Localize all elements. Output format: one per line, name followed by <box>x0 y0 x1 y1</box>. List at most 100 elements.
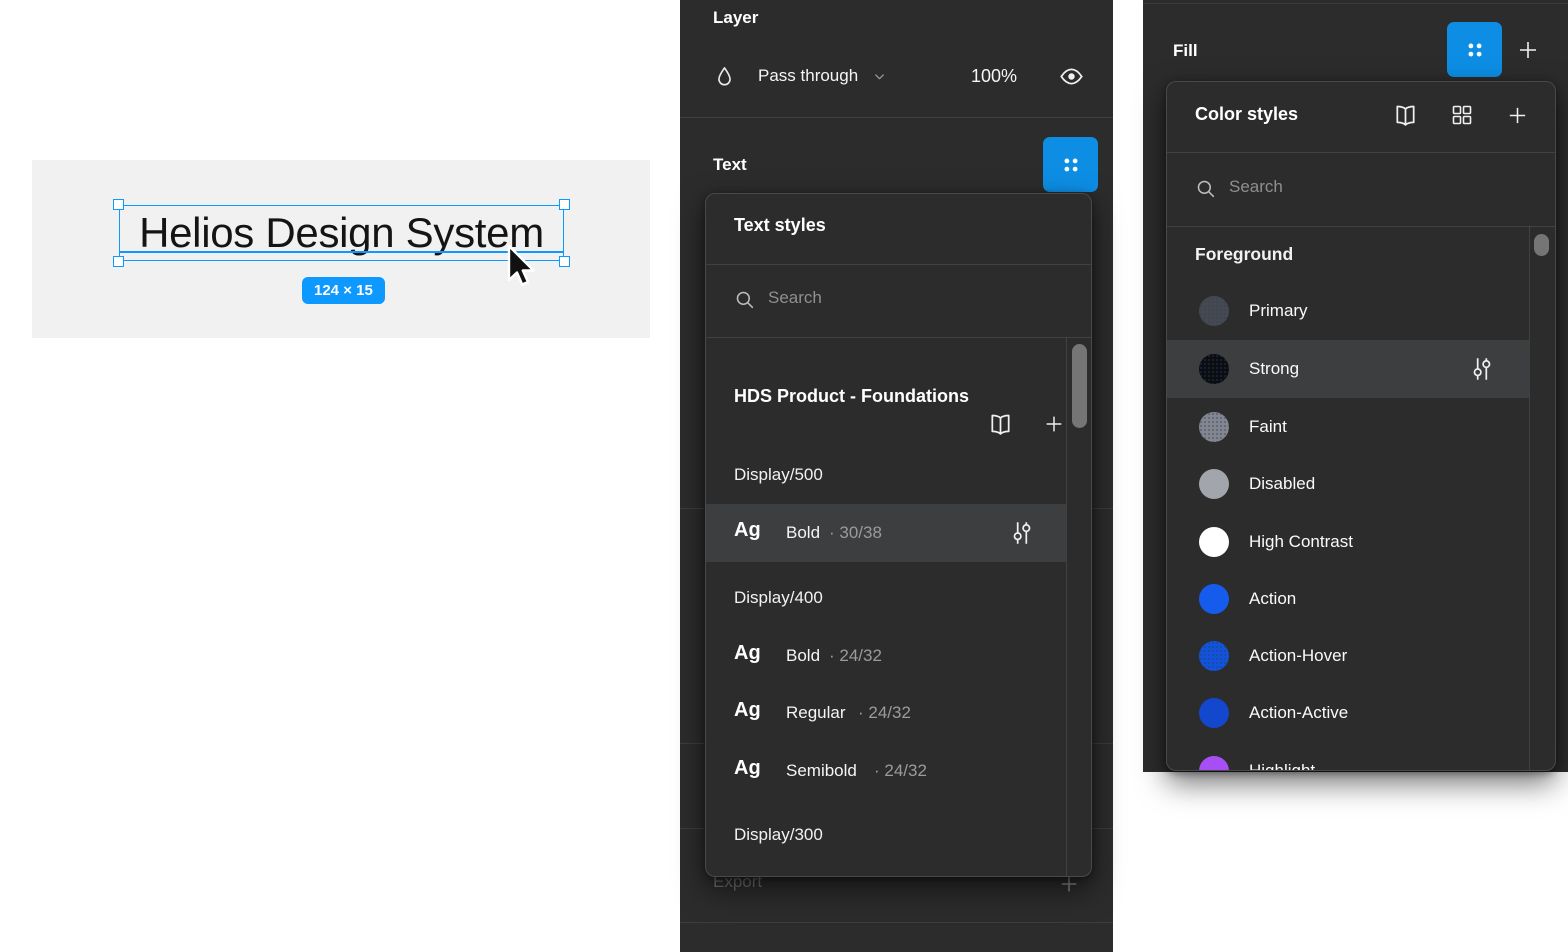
scrollbar-thumb[interactable] <box>1072 344 1087 428</box>
style-group-header: HDS Product - Foundations <box>734 386 969 407</box>
style-section-label: Display/500 <box>734 465 823 485</box>
blend-mode-value[interactable]: Pass through <box>758 66 858 86</box>
style-meta: · 24/32 <box>829 646 882 666</box>
text-style-row[interactable]: Ag Bold · 24/32 <box>706 627 1066 685</box>
color-styles-popup-title: Color styles <box>1195 104 1298 125</box>
scrollbar-track-divider <box>1529 226 1530 770</box>
color-styles-search[interactable] <box>1167 152 1555 226</box>
style-section-label: Display/400 <box>734 588 823 608</box>
eye-icon <box>1059 64 1084 89</box>
color-name: Faint <box>1249 417 1287 437</box>
style-name: Semibold <box>786 761 857 781</box>
selection-handle-bottom-left[interactable] <box>113 256 124 267</box>
properties-panel: Layer Pass through 100% Text <box>680 0 1113 952</box>
selected-text-layer[interactable]: Helios Design System <box>119 205 564 261</box>
selection-handle-top-left[interactable] <box>113 199 124 210</box>
text-styles-popup: Text styles HDS Produc <box>705 193 1092 877</box>
adjust-style-icon[interactable] <box>1009 519 1035 547</box>
color-name: Primary <box>1249 301 1308 321</box>
style-name: Regular <box>786 703 846 723</box>
color-swatch <box>1199 641 1229 671</box>
blend-droplet-icon <box>713 65 736 88</box>
fill-panel: Fill Color styles <box>1143 0 1568 772</box>
text-style-row[interactable]: Ag Regular · 24/32 <box>706 684 1066 742</box>
selection-baseline <box>119 251 564 253</box>
grid-view-button[interactable] <box>1445 100 1479 130</box>
plus-icon <box>1506 104 1529 127</box>
style-meta: · 24/32 <box>858 703 911 723</box>
color-swatch <box>1199 296 1229 326</box>
color-style-row[interactable]: Faint <box>1167 398 1529 456</box>
color-style-row[interactable]: Primary <box>1167 282 1529 340</box>
layer-section-title: Layer <box>713 8 758 28</box>
scrollbar-thumb[interactable] <box>1534 234 1549 256</box>
book-icon <box>987 412 1014 436</box>
visibility-toggle[interactable] <box>1057 62 1085 90</box>
color-name: Action-Active <box>1249 703 1348 723</box>
style-sample: Ag <box>734 642 761 665</box>
color-style-row[interactable]: Disabled <box>1167 455 1529 513</box>
selection-handle-top-right[interactable] <box>559 199 570 210</box>
color-styles-popup: Color styles <box>1166 81 1556 771</box>
style-sample: Ag <box>734 757 761 780</box>
add-fill-button[interactable] <box>1513 36 1543 64</box>
mouse-cursor-icon <box>505 244 539 290</box>
color-swatch <box>1199 412 1229 442</box>
chevron-down-icon <box>872 69 887 84</box>
grid-icon <box>1450 103 1474 127</box>
color-name: Action <box>1249 589 1296 609</box>
color-swatch <box>1199 527 1229 557</box>
color-swatch <box>1199 354 1229 384</box>
color-name: High Contrast <box>1249 532 1353 552</box>
color-style-row[interactable]: Action-Hover <box>1167 627 1529 685</box>
color-group-header: Foreground <box>1195 244 1293 265</box>
opacity-field[interactable]: 100% <box>971 62 1017 90</box>
blend-mode-row[interactable]: Pass through <box>713 62 887 90</box>
color-name: Highlight <box>1249 761 1315 771</box>
adjust-style-icon[interactable] <box>1469 355 1495 383</box>
open-library-button[interactable] <box>1387 100 1423 130</box>
style-name: Bold <box>786 646 820 666</box>
search-icon <box>1195 178 1217 200</box>
section-divider <box>680 117 1113 118</box>
popup-divider <box>706 337 1091 338</box>
color-swatch <box>1199 584 1229 614</box>
color-style-row[interactable]: Action <box>1167 570 1529 628</box>
color-swatch <box>1199 756 1229 771</box>
open-library-button[interactable] <box>982 410 1018 438</box>
color-style-row[interactable]: Highlight <box>1167 742 1529 771</box>
fill-section-title: Fill <box>1173 41 1198 61</box>
color-name: Disabled <box>1249 474 1315 494</box>
selection-handle-bottom-right[interactable] <box>559 256 570 267</box>
popup-divider <box>1167 226 1555 227</box>
add-color-style-button[interactable] <box>1501 100 1533 130</box>
style-sample: Ag <box>734 699 761 722</box>
search-input[interactable] <box>1229 177 1449 197</box>
style-meta: · 24/32 <box>874 761 927 781</box>
scrollbar-track-divider <box>1066 337 1067 876</box>
design-canvas[interactable]: Helios Design System 124 × 15 <box>32 160 650 338</box>
style-section-label: Display/300 <box>734 825 823 845</box>
color-style-row[interactable]: High Contrast <box>1167 513 1529 571</box>
color-style-row[interactable]: Action-Active <box>1167 684 1529 742</box>
panel-top-divider <box>1143 3 1568 4</box>
plus-icon <box>1043 413 1065 435</box>
fill-styles-active-button[interactable] <box>1447 22 1502 77</box>
color-style-row-selected[interactable]: Strong <box>1167 340 1529 398</box>
search-icon <box>734 289 756 311</box>
style-name: Bold <box>786 523 820 543</box>
style-meta: · 30/38 <box>829 523 882 543</box>
four-dot-style-icon <box>1462 37 1488 63</box>
section-divider <box>680 922 1113 923</box>
figma-app: Helios Design System 124 × 15 Layer Pass… <box>0 0 1568 952</box>
text-styles-active-button[interactable] <box>1043 137 1098 192</box>
text-styles-search[interactable] <box>706 264 1091 337</box>
search-input[interactable] <box>768 288 988 308</box>
text-style-row[interactable]: Ag Semibold · 24/32 <box>706 742 1066 800</box>
plus-icon <box>1516 38 1540 62</box>
book-icon <box>1392 103 1419 127</box>
text-style-row-selected[interactable]: Ag Bold · 30/38 <box>706 504 1066 562</box>
color-name: Action-Hover <box>1249 646 1347 666</box>
dimension-badge: 124 × 15 <box>302 277 385 304</box>
color-swatch <box>1199 469 1229 499</box>
